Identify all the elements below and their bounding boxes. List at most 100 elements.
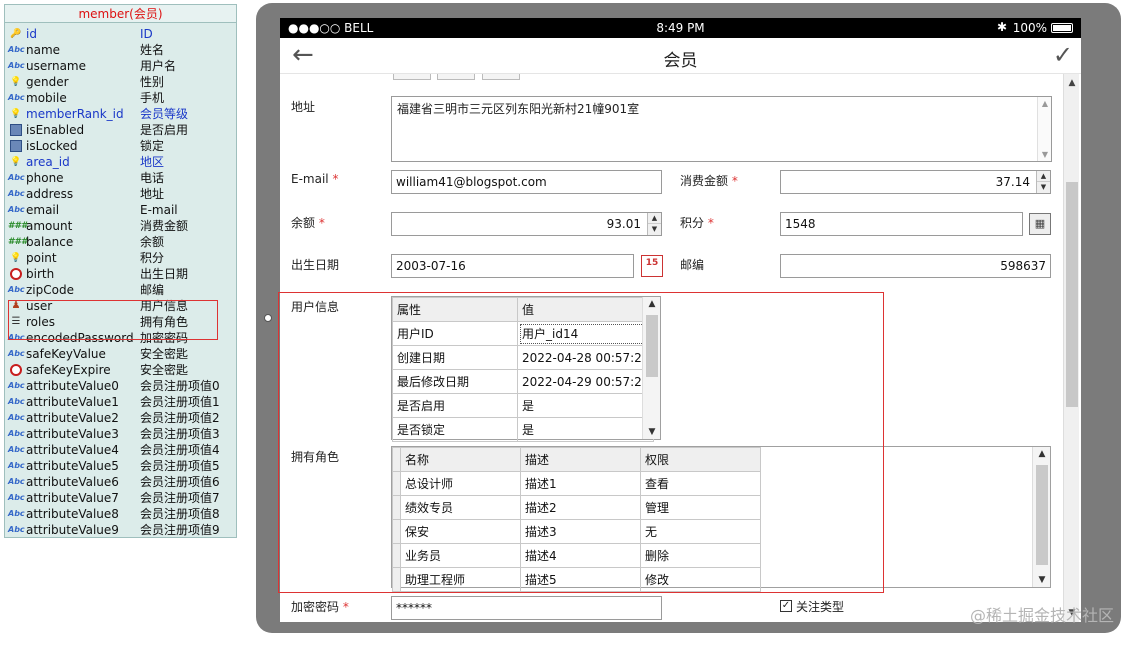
- entity-field-row[interactable]: Abc name 姓名: [5, 42, 236, 58]
- table-row[interactable]: 助理工程师 描述5 修改: [392, 567, 761, 592]
- entity-field-row[interactable]: safeKeyExpire 安全密匙: [5, 362, 236, 378]
- point-field[interactable]: 1548: [780, 212, 1023, 236]
- value-cell[interactable]: 是: [516, 417, 655, 442]
- entity-field-row[interactable]: Abc attributeValue3 会员注册项值3: [5, 426, 236, 442]
- email-field[interactable]: william41@blogspot.com: [391, 170, 662, 194]
- role-cell[interactable]: 绩效专员: [400, 495, 521, 520]
- role-cell[interactable]: 描述5: [520, 567, 641, 592]
- entity-field-row[interactable]: 💡 area_id 地区: [5, 154, 236, 170]
- value-cell[interactable]: 是: [516, 393, 655, 418]
- entity-field-row[interactable]: 💡 memberRank_id 会员等级: [5, 106, 236, 122]
- entity-field-row[interactable]: Abc address 地址: [5, 186, 236, 202]
- entity-field-row[interactable]: ☰ roles 拥有角色: [5, 314, 236, 330]
- role-cell[interactable]: 无: [640, 519, 761, 544]
- value-cell[interactable]: 2022-04-28 00:57:20: [516, 345, 655, 370]
- entity-field-row[interactable]: Abc phone 电话: [5, 170, 236, 186]
- entity-field-row[interactable]: Abc attributeValue9 会员注册项值9: [5, 522, 236, 538]
- entity-field-row[interactable]: ### balance 余额: [5, 234, 236, 250]
- entity-field-row[interactable]: Abc username 用户名: [5, 58, 236, 74]
- role-cell[interactable]: 管理: [640, 495, 761, 520]
- role-cell[interactable]: 助理工程师: [400, 567, 521, 592]
- row-selector[interactable]: [392, 543, 401, 568]
- entity-field-row[interactable]: Abc attributeValue8 会员注册项值8: [5, 506, 236, 522]
- user-info-grid[interactable]: 属性 值 用户ID 用户_id14 创建日期 2022-04-28 00:57:20 最…: [391, 296, 661, 442]
- roles-grid[interactable]: 名称 描述 权限 总设计师 描述1 查看 绩效专员 描述2 管理 保安 描述3 无业务员 描述4 删…: [391, 446, 1051, 592]
- table-row[interactable]: 保安 描述3 无: [392, 519, 761, 544]
- table-row[interactable]: 总设计师 描述1 查看: [392, 471, 761, 496]
- page-scrollbar[interactable]: ▲ ▼: [1063, 74, 1079, 622]
- row-selector[interactable]: [392, 519, 401, 544]
- entity-field-row[interactable]: Abc attributeValue4 会员注册项值4: [5, 442, 236, 458]
- amount-field[interactable]: 37.14 ▲ ▼: [780, 170, 1051, 194]
- property-cell[interactable]: 用户ID: [392, 321, 518, 346]
- entity-field-row[interactable]: isEnabled 是否启用: [5, 122, 236, 138]
- confirm-check-icon[interactable]: ✓: [1053, 40, 1073, 70]
- entity-field-row[interactable]: Abc attributeValue2 会员注册项值2: [5, 410, 236, 426]
- table-row[interactable]: 是否启用是: [392, 393, 655, 418]
- row-selector[interactable]: [392, 471, 401, 496]
- entity-field-row[interactable]: ### amount 消费金额: [5, 218, 236, 234]
- grid-header-cell[interactable]: 名称: [400, 447, 521, 472]
- table-row[interactable]: 用户ID 用户_id14: [392, 321, 655, 346]
- entity-field-row[interactable]: Abc zipCode 邮编: [5, 282, 236, 298]
- role-cell[interactable]: 查看: [640, 471, 761, 496]
- calendar-icon[interactable]: 15: [641, 255, 663, 277]
- roles-scrollbar[interactable]: ▲ ▼: [1032, 447, 1050, 587]
- entity-field-row[interactable]: Abc email E-mail: [5, 202, 236, 218]
- entity-field-row[interactable]: Abc mobile 手机: [5, 90, 236, 106]
- entity-field-row[interactable]: Abc attributeValue1 会员注册项值1: [5, 394, 236, 410]
- table-row[interactable]: 最后修改日期 2022-04-29 00:57:20: [392, 369, 655, 394]
- grid-header-cell[interactable]: 描述: [520, 447, 641, 472]
- table-row[interactable]: 业务员 描述4 删除: [392, 543, 761, 568]
- role-cell[interactable]: 业务员: [400, 543, 521, 568]
- property-cell[interactable]: 最后修改日期: [392, 369, 518, 394]
- toolbar-stub[interactable]: [437, 74, 475, 80]
- role-cell[interactable]: 描述4: [520, 543, 641, 568]
- property-cell[interactable]: 是否锁定: [392, 417, 518, 442]
- role-cell[interactable]: 描述1: [520, 471, 641, 496]
- table-row[interactable]: 绩效专员 描述2 管理: [392, 495, 761, 520]
- grid-header-cell[interactable]: 属性: [392, 297, 518, 322]
- role-cell[interactable]: 总设计师: [400, 471, 521, 496]
- grid-header-cell[interactable]: 值: [516, 297, 655, 322]
- grid-header-cell[interactable]: 权限: [640, 447, 761, 472]
- birth-date-field[interactable]: 2003-07-16: [391, 254, 634, 278]
- balance-stepper[interactable]: ▲ ▼: [647, 213, 661, 235]
- property-cell[interactable]: 是否启用: [392, 393, 518, 418]
- value-cell[interactable]: 用户_id14: [516, 321, 655, 346]
- role-cell[interactable]: 删除: [640, 543, 761, 568]
- entity-field-row[interactable]: 💡 point 积分: [5, 250, 236, 266]
- resize-handle[interactable]: [264, 314, 272, 322]
- entity-field-row[interactable]: Abc attributeValue0 会员注册项值0: [5, 378, 236, 394]
- property-cell[interactable]: 创建日期: [392, 345, 518, 370]
- entity-field-row[interactable]: 🔑 id ID: [5, 26, 236, 42]
- toolbar-stub[interactable]: [393, 74, 431, 80]
- entity-field-row[interactable]: isLocked 锁定: [5, 138, 236, 154]
- role-cell[interactable]: 描述3: [520, 519, 641, 544]
- entity-field-row[interactable]: Abc attributeValue7 会员注册项值7: [5, 490, 236, 506]
- amount-stepper[interactable]: ▲ ▼: [1036, 171, 1050, 193]
- entity-field-row[interactable]: ♟ user 用户信息: [5, 298, 236, 314]
- calculator-icon[interactable]: ▦: [1029, 213, 1051, 235]
- follow-type-checkbox[interactable]: ✓: [780, 600, 792, 612]
- address-textarea[interactable]: 福建省三明市三元区列东阳光新村21幢901室 ▲ ▼: [391, 96, 1052, 162]
- address-scrollbar[interactable]: ▲ ▼: [1037, 97, 1051, 161]
- entity-field-row[interactable]: Abc attributeValue5 会员注册项值5: [5, 458, 236, 474]
- value-cell[interactable]: 2022-04-29 00:57:20: [516, 369, 655, 394]
- toolbar-stub[interactable]: [482, 74, 520, 80]
- row-selector[interactable]: [392, 567, 401, 592]
- user-info-scrollbar[interactable]: ▲ ▼: [642, 297, 660, 439]
- zip-field[interactable]: 598637: [780, 254, 1051, 278]
- role-cell[interactable]: 修改: [640, 567, 761, 592]
- row-selector[interactable]: [392, 495, 401, 520]
- password-field[interactable]: ******: [391, 596, 662, 620]
- entity-field-row[interactable]: Abc attributeValue6 会员注册项值6: [5, 474, 236, 490]
- entity-field-row[interactable]: 💡 gender 性别: [5, 74, 236, 90]
- role-cell[interactable]: 描述2: [520, 495, 641, 520]
- table-row[interactable]: 创建日期 2022-04-28 00:57:20: [392, 345, 655, 370]
- table-row[interactable]: 是否锁定是: [392, 417, 655, 442]
- entity-field-row[interactable]: Abc encodedPassword 加密密码: [5, 330, 236, 346]
- balance-field[interactable]: 93.01 ▲ ▼: [391, 212, 662, 236]
- entity-field-row[interactable]: birth 出生日期: [5, 266, 236, 282]
- entity-field-row[interactable]: Abc safeKeyValue 安全密匙: [5, 346, 236, 362]
